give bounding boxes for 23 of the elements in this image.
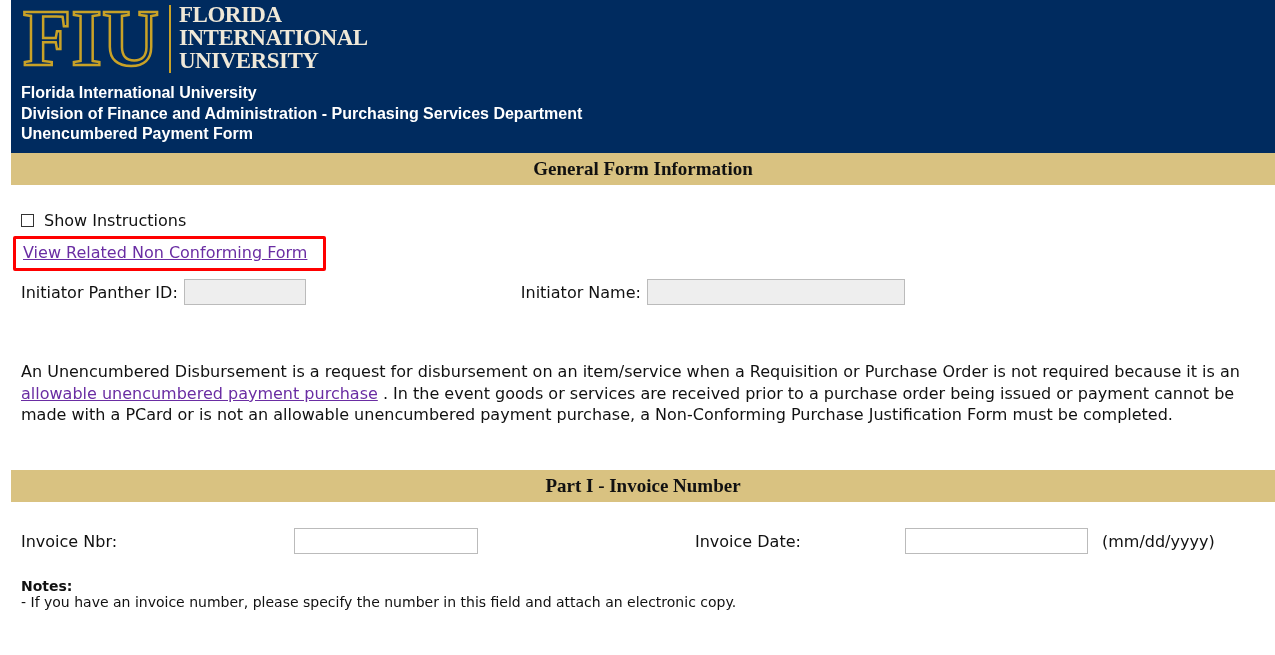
description-paragraph: An Unencumbered Disbursement is a request for disbursement on an item/service when a Requisition or Purchase Order is not required because it is an allowable unencumbered payment purchase . In the event goods or services are received prior to a purchase order being issued or payment cannot be made with a PCard or is not an allowable unencumbered payment purchase, a Non-Conforming Purchase Justification Form must be completed. (21, 361, 1241, 427)
related-form-link[interactable]: View Related Non Conforming Form (23, 243, 308, 262)
field-label: Invoice Nbr: (21, 531, 119, 551)
notes-title: Notes: (21, 578, 74, 595)
invoice-date-field[interactable] (905, 528, 1088, 555)
header-line: Unencumbered Payment Form (21, 124, 255, 144)
header-line: Division of Finance and Administration - Purchasing Services Department (21, 103, 584, 124)
header-line: Florida International University (21, 83, 258, 103)
invoice-number-field[interactable] (294, 528, 478, 555)
checkbox-label: Show Instructions (44, 211, 187, 230)
university-name: INTERNATIONAL (179, 26, 368, 49)
section-heading: Part I - Invoice Number (11, 470, 1275, 503)
section-heading: General Form Information (11, 153, 1275, 185)
allowable-purchase-link[interactable]: allowable unencumbered payment purchase (21, 383, 378, 403)
field-label: Initiator Panther ID: (21, 282, 178, 302)
university-name: UNIVERSITY (179, 49, 320, 72)
checkbox[interactable] (21, 214, 34, 227)
field-label: Initiator Name: (520, 282, 641, 302)
field-label: Invoice Date: (695, 531, 802, 551)
date-format-hint: (mm/dd/yyyy) (1102, 531, 1215, 551)
note-text: - If you have an invoice number, please specify the number in this field and attach an electronic copy. (21, 594, 738, 611)
university-name: FLORIDA (179, 3, 283, 26)
university-logo-letters: FIU (21, 3, 161, 71)
